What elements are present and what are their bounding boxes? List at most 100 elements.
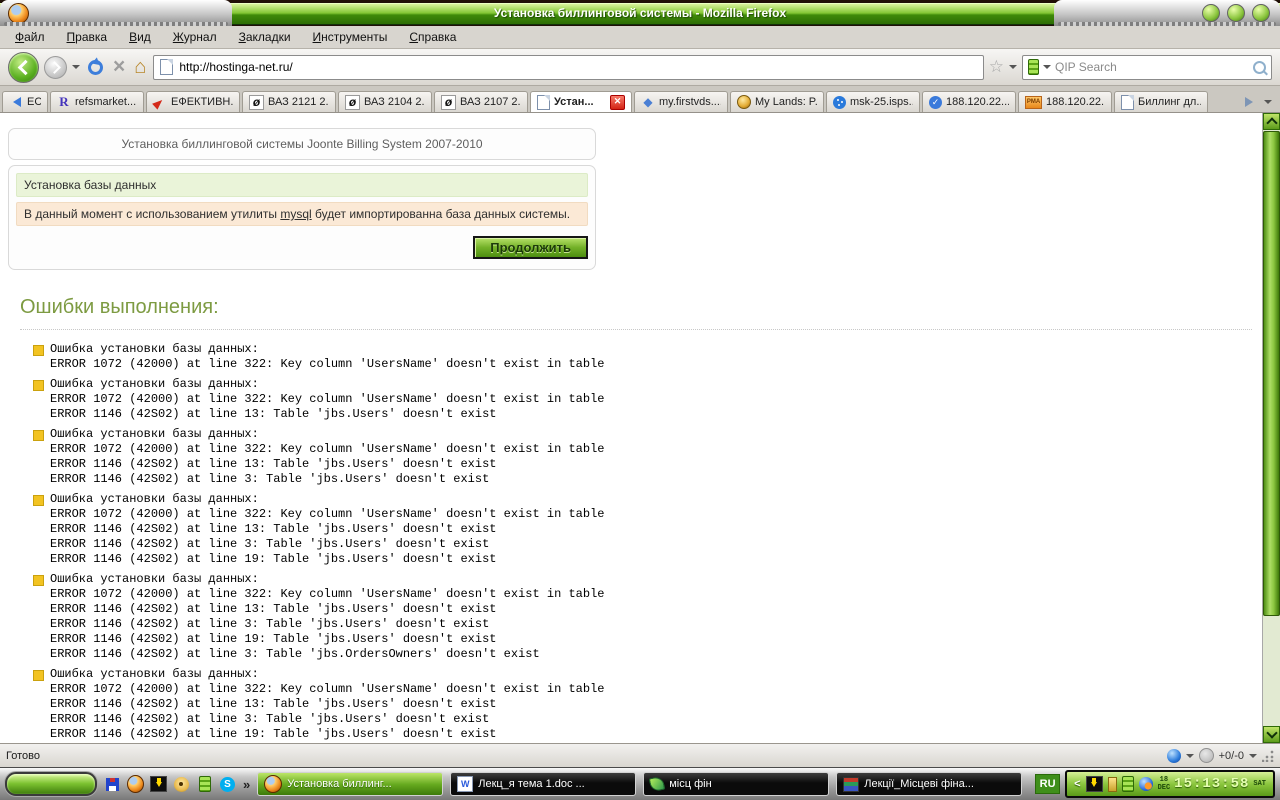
error-bullet-icon <box>33 670 44 681</box>
quick-launch-bar <box>104 776 236 793</box>
tray-sphere-icon[interactable] <box>1139 777 1153 791</box>
back-arrow-icon <box>17 59 33 75</box>
menu-item-4[interactable]: Закладки <box>228 27 302 47</box>
task-button-0[interactable]: Установка биллинг... <box>257 772 443 796</box>
menu-item-1[interactable]: Правка <box>56 27 119 47</box>
continue-button[interactable]: Продолжить <box>473 236 588 259</box>
mysql-link[interactable]: mysql <box>280 207 311 221</box>
quick-launch-bat-icon[interactable] <box>150 776 167 793</box>
diamond-icon <box>641 95 655 109</box>
error-line: ERROR 1146 (42S02) at line 13: Table 'jb… <box>50 522 1262 537</box>
error-line: ERROR 1072 (42000) at line 322: Key colu… <box>50 442 1262 457</box>
qip-search-engine-icon <box>1028 59 1039 75</box>
scroll-tabs-right-icon[interactable] <box>1245 97 1258 107</box>
bookmark-dropdown[interactable] <box>1009 65 1017 73</box>
menu-item-3[interactable]: Журнал <box>162 27 228 47</box>
stop-button[interactable]: × <box>113 57 125 77</box>
quick-launch-qip-icon[interactable] <box>196 776 213 793</box>
menu-item-5[interactable]: Инструменты <box>302 27 399 47</box>
reload-button[interactable] <box>88 60 103 75</box>
status-bar: Готово +0/-0 <box>0 743 1280 767</box>
task-button-1[interactable]: Лекц_я тема 1.doc ... <box>450 772 636 796</box>
scrollbar-thumb[interactable] <box>1263 131 1280 616</box>
task-button-3[interactable]: Лекції_Місцеві фіна... <box>836 772 1022 796</box>
tab-2[interactable]: ЕФЕКТИВН... <box>146 91 240 112</box>
vaz-icon <box>345 95 360 110</box>
counter-dropdown[interactable] <box>1249 754 1257 762</box>
home-button[interactable]: ⌂ <box>134 56 146 78</box>
tab-label: ВАЗ 2121 2... <box>268 96 329 108</box>
clock-weekday: SAT <box>1253 780 1266 788</box>
tray-qip-icon[interactable] <box>1122 776 1134 792</box>
vaz-icon <box>441 95 456 110</box>
error-block-0: Ошибка установки базы данных:ERROR 1072 … <box>35 342 1262 372</box>
task-buttons: Установка биллинг... Лекц_я тема 1.doc ..… <box>257 772 1022 796</box>
tab-label: my.firstvds.... <box>659 96 721 108</box>
error-line: ERROR 1146 (42S02) at line 3: Table 'jbs… <box>50 537 1262 552</box>
menu-item-2[interactable]: Вид <box>118 27 162 47</box>
error-line: ERROR 1072 (42000) at line 322: Key colu… <box>50 587 1262 602</box>
search-magnifier-icon[interactable] <box>1253 61 1266 74</box>
quick-launch-overflow[interactable]: » <box>243 777 250 792</box>
scrollbar-up-button[interactable] <box>1263 113 1280 130</box>
tab-label: Устан... <box>554 96 594 108</box>
tab-6[interactable]: Устан... ✕ <box>530 91 632 112</box>
tab-4[interactable]: ВАЗ 2104 2... <box>338 91 432 112</box>
task-button-2[interactable]: місц фін <box>643 772 829 796</box>
tab-0[interactable]: ЕС... <box>2 91 48 112</box>
status-text: Готово <box>6 750 40 762</box>
error-line: ERROR 1072 (42000) at line 322: Key colu… <box>50 507 1262 522</box>
list-all-tabs-icon[interactable] <box>1264 100 1272 108</box>
keyboard-layout-indicator[interactable]: RU <box>1035 774 1060 794</box>
search-box[interactable]: QIP Search <box>1022 55 1272 80</box>
step-title: Установка базы данных <box>16 173 588 197</box>
quick-launch-floppy-icon[interactable] <box>104 776 121 793</box>
error-bullet-icon <box>33 380 44 391</box>
scrollbar-down-button[interactable] <box>1263 726 1280 743</box>
tab-3[interactable]: ВАЗ 2121 2... <box>242 91 336 112</box>
red-dart-icon <box>153 95 167 109</box>
quick-launch-monkey-icon[interactable] <box>173 776 190 793</box>
tab-7[interactable]: my.firstvds.... <box>634 91 728 112</box>
qip-status-dropdown[interactable] <box>1186 754 1194 762</box>
menu-item-6[interactable]: Справка <box>398 27 467 47</box>
forward-button[interactable] <box>44 56 67 79</box>
search-engine-dropdown[interactable] <box>1043 65 1051 73</box>
tray-bat-icon[interactable] <box>1086 776 1103 792</box>
menu-bar: ФайлПравкаВидЖурналЗакладкиИнструментыСп… <box>0 26 1280 49</box>
taskbar: » Установка биллинг... Лекц_я тема 1.doc … <box>0 767 1280 800</box>
tab-9[interactable]: msk-25.isps... <box>826 91 920 112</box>
vertical-scrollbar[interactable] <box>1262 113 1280 743</box>
window-title: Установка биллинговой системы - Mozilla … <box>0 6 1280 20</box>
browser-window: Установка биллинговой системы - Mozilla … <box>0 0 1280 800</box>
installer-step-panel: Установка базы данных В данный момент с … <box>8 165 596 270</box>
error-line: ERROR 1146 (42S02) at line 3: Table 'jbs… <box>50 617 1262 632</box>
clock-date: 18 DEC <box>1158 776 1171 792</box>
tab-12[interactable]: Биллинг дл... <box>1114 91 1208 112</box>
tab-close-icon[interactable]: ✕ <box>610 95 625 110</box>
back-button[interactable] <box>8 52 39 83</box>
tab-5[interactable]: ВАЗ 2107 2... <box>434 91 528 112</box>
start-button[interactable] <box>5 772 97 796</box>
address-bar[interactable]: http://hostinga-net.ru/ <box>153 55 983 80</box>
tab-8[interactable]: My Lands: P... <box>730 91 824 112</box>
tab-10[interactable]: 188.120.22... <box>922 91 1016 112</box>
dotted-separator <box>20 329 1252 330</box>
step-message: В данный момент с использованием утилиты… <box>16 202 588 226</box>
bookmark-star-icon[interactable]: ☆ <box>989 58 1004 76</box>
clock-day: 18 <box>1160 776 1168 784</box>
error-block-4: Ошибка установки базы данных:ERROR 1072 … <box>35 572 1262 662</box>
globe-icon[interactable] <box>1199 748 1214 763</box>
qip-status-icon[interactable] <box>1167 749 1181 763</box>
task-button-label: Установка биллинг... <box>287 778 391 790</box>
tab-1[interactable]: refsmarket.... <box>50 91 144 112</box>
menu-item-0[interactable]: Файл <box>4 27 56 47</box>
resize-grip[interactable] <box>1262 750 1274 762</box>
quick-launch-skype-icon[interactable] <box>219 776 236 793</box>
tab-11[interactable]: 188.120.22... <box>1018 91 1112 112</box>
tray-gold-icon[interactable] <box>1108 777 1117 792</box>
quick-launch-ffball-icon[interactable] <box>127 776 144 793</box>
history-dropdown[interactable] <box>72 65 80 73</box>
chevron-up-icon <box>1266 117 1277 128</box>
tray-collapse-arrow[interactable]: < <box>1074 778 1080 790</box>
